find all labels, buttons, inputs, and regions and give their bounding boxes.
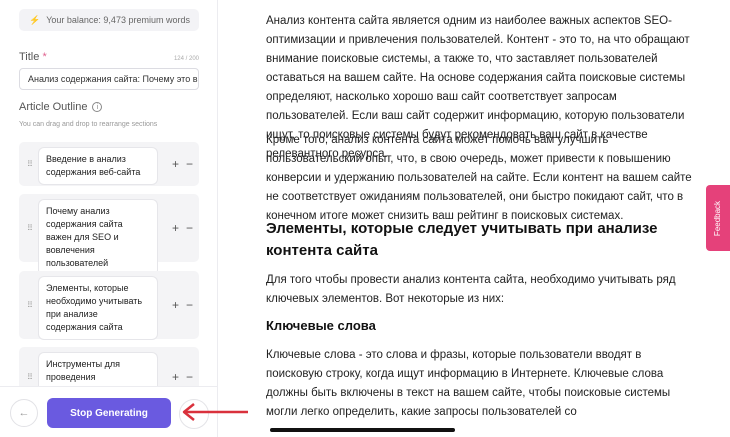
drag-handle-icon[interactable]: ⠿ [27, 301, 33, 310]
outline-label: Article Outline [19, 101, 88, 113]
sidebar: ⚡ Your balance: 9,473 premium words Titl… [0, 0, 218, 437]
outline-header: Article Outline i [19, 101, 103, 113]
title-label: Title * [19, 51, 47, 63]
subsection-heading: Ключевые слова [266, 318, 376, 333]
drag-handle-icon[interactable]: ⠿ [27, 373, 33, 382]
balance-text: Your balance: 9,473 premium words [46, 15, 190, 25]
feedback-label: Feedback [713, 200, 723, 236]
minus-icon[interactable]: − [186, 157, 193, 171]
section-heading: Элементы, которые следует учитывать при … [266, 220, 658, 259]
back-button[interactable]: ← [10, 399, 38, 427]
plus-icon[interactable]: + [172, 157, 179, 171]
plus-icon[interactable]: + [172, 221, 179, 235]
balance-banner: ⚡ Your balance: 9,473 premium words [19, 9, 199, 31]
outline-section-2[interactable]: ⠿ Почему анализ содержания сайта важен д… [19, 194, 199, 275]
minus-icon[interactable]: − [186, 370, 193, 384]
annotation-arrow-icon [182, 403, 248, 421]
stop-generating-button[interactable]: Stop Generating [47, 398, 171, 428]
minus-icon[interactable]: − [186, 221, 193, 235]
feedback-tab[interactable]: Feedback [706, 185, 730, 251]
title-row: Title * 124 / 200 [19, 51, 199, 63]
paragraph-3: Для того чтобы провести анализ контента … [266, 274, 676, 305]
plus-icon[interactable]: + [172, 298, 179, 312]
drag-handle-icon[interactable]: ⠿ [27, 224, 33, 233]
outline-section-1[interactable]: ⠿ Введение в анализ содержания веб-сайта… [19, 142, 199, 186]
minus-icon[interactable]: − [186, 298, 193, 312]
bolt-icon: ⚡ [29, 14, 41, 25]
required-mark: * [42, 51, 47, 63]
section-label[interactable]: Элементы, которые необходимо учитывать п… [39, 277, 157, 339]
paragraph-4: Ключевые слова - это слова и фразы, кото… [266, 349, 671, 418]
paragraph-2: Кроме того, анализ контента сайта может … [266, 134, 692, 222]
section-label[interactable]: Почему анализ содержания сайта важен для… [39, 200, 157, 275]
title-counter: 124 / 200 [173, 56, 199, 62]
drag-handle-icon[interactable]: ⠿ [27, 160, 33, 169]
outline-hint: You can drag and drop to rearrange secti… [19, 121, 158, 128]
arrow-left-icon: ← [18, 407, 30, 419]
info-icon[interactable]: i [92, 102, 103, 112]
home-indicator [270, 428, 455, 432]
outline-section-3[interactable]: ⠿ Элементы, которые необходимо учитывать… [19, 271, 199, 339]
section-label[interactable]: Введение в анализ содержания веб-сайта [39, 148, 157, 184]
title-input[interactable]: Анализ содержания сайта: Почему это в [19, 68, 199, 90]
plus-icon[interactable]: + [172, 370, 179, 384]
